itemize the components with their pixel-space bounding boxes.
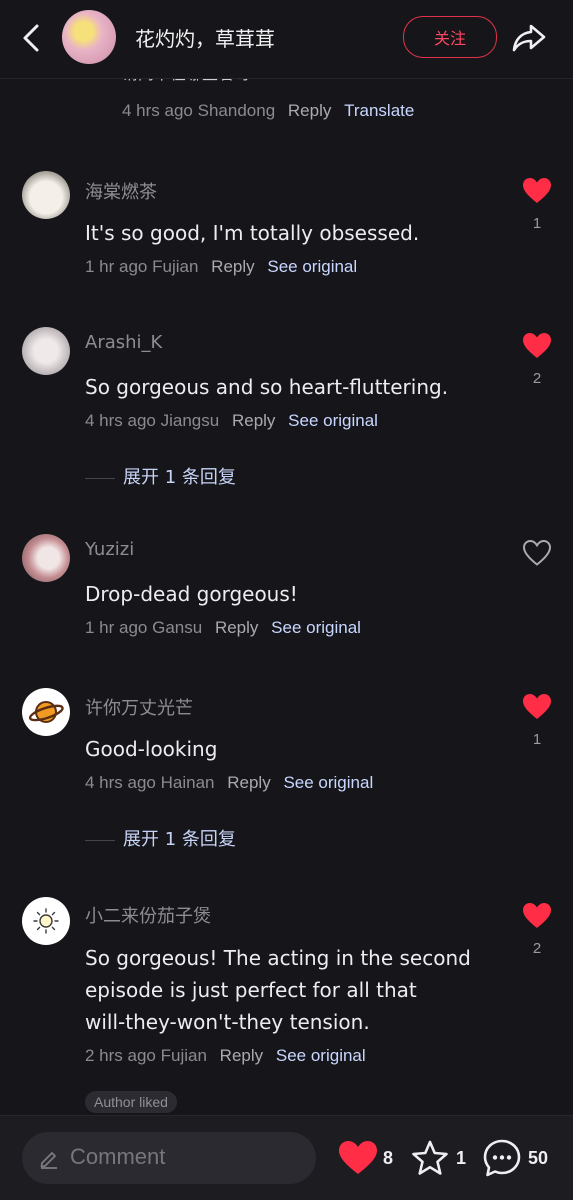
reply-button[interactable]: Reply: [227, 773, 270, 792]
comment-location: Jiangsu: [160, 411, 220, 430]
comment-username[interactable]: 许你万丈光芒: [85, 694, 193, 720]
user-avatar[interactable]: [22, 327, 70, 375]
user-avatar[interactable]: [22, 534, 70, 582]
comment-time: 1 hr ago: [85, 618, 148, 637]
heart-outline-icon[interactable]: [522, 539, 552, 567]
comment-username[interactable]: 海棠燃茶: [85, 178, 157, 204]
share-icon[interactable]: [511, 21, 547, 53]
comment-text: Drop-dead gorgeous!: [85, 582, 298, 606]
author-avatar[interactable]: [62, 10, 116, 64]
expand-replies-label: 展开 1 条回复: [123, 467, 236, 488]
like-count: 2: [532, 940, 542, 957]
comment-input[interactable]: Comment: [22, 1132, 316, 1184]
comment-bubble-icon[interactable]: [482, 1138, 522, 1178]
comment-username[interactable]: Yuzizi: [85, 539, 134, 560]
comment-meta: 4 hrs ago Shandong Reply Translate: [122, 101, 414, 121]
comment-text: It's so good, I'm totally obsessed.: [85, 221, 420, 245]
comment-text-line: will-they-won't-they tension.: [85, 1010, 370, 1034]
star-outline-icon[interactable]: [410, 1139, 450, 1177]
back-arrow-icon[interactable]: [18, 22, 46, 54]
heart-filled-icon[interactable]: [522, 693, 552, 721]
comment-text: So gorgeous and so heart-fluttering.: [85, 375, 449, 399]
top-bar: 花灼灼，草茸茸 关注: [0, 0, 573, 79]
planet-icon: [28, 701, 64, 723]
reply-button[interactable]: Reply: [288, 101, 331, 120]
see-original-button[interactable]: See original: [276, 1046, 366, 1065]
reply-button[interactable]: Reply: [215, 618, 258, 637]
comment-username[interactable]: Arashi_K: [85, 332, 162, 353]
reply-button[interactable]: Reply: [211, 257, 254, 276]
comment-meta: 4 hrs ago Jiangsu Reply See original: [85, 411, 378, 431]
heart-filled-icon[interactable]: [522, 177, 552, 205]
user-avatar[interactable]: [22, 171, 70, 219]
heart-filled-icon[interactable]: [338, 1140, 378, 1176]
see-original-button[interactable]: See original: [271, 618, 361, 637]
comment-time: 2 hrs ago: [85, 1046, 156, 1065]
expand-replies-button[interactable]: 展开 1 条回复: [85, 825, 236, 851]
comment-username[interactable]: 小二来份茄子煲: [85, 902, 211, 928]
comment-text-line: episode is just perfect for all that: [85, 978, 417, 1002]
comment-location: Fujian: [152, 257, 199, 276]
comment-location: Gansu: [152, 618, 203, 637]
comment-text: Good-looking: [85, 737, 218, 761]
bottom-action-bar: Comment 8 1 50: [0, 1115, 573, 1200]
likes-count: 8: [383, 1148, 394, 1168]
heart-filled-icon[interactable]: [522, 902, 552, 930]
like-count: 2: [532, 370, 542, 387]
comment-meta: 4 hrs ago Hainan Reply See original: [85, 773, 373, 793]
user-avatar[interactable]: [22, 897, 70, 945]
heart-filled-icon[interactable]: [522, 332, 552, 360]
see-original-button[interactable]: See original: [267, 257, 357, 276]
comments-count: 50: [528, 1148, 549, 1168]
see-original-button[interactable]: See original: [288, 411, 378, 430]
divider: [85, 477, 115, 479]
author-name[interactable]: 花灼灼，草茸茸: [135, 23, 275, 52]
sun-icon: [33, 908, 59, 934]
comment-location: Hainan: [160, 773, 215, 792]
favorites-count: 1: [456, 1148, 467, 1168]
comment-time: 4 hrs ago: [85, 773, 156, 792]
divider: [85, 839, 115, 841]
comment-location: Shandong: [197, 101, 276, 120]
comment-placeholder: Comment: [70, 1144, 166, 1169]
reply-button[interactable]: Reply: [232, 411, 275, 430]
comment-meta: 1 hr ago Fujian Reply See original: [85, 257, 357, 277]
comment-meta: 2 hrs ago Fujian Reply See original: [85, 1046, 366, 1066]
comment-location: Fujian: [160, 1046, 207, 1065]
comment-time: 4 hrs ago: [85, 411, 156, 430]
see-original-button[interactable]: See original: [283, 773, 373, 792]
reply-button[interactable]: Reply: [220, 1046, 263, 1065]
comment-text-line: So gorgeous! The acting in the second: [85, 946, 471, 970]
like-count: 1: [532, 731, 542, 748]
follow-button[interactable]: 关注: [403, 16, 497, 58]
comment-time: 1 hr ago: [85, 257, 148, 276]
comment-meta: 1 hr ago Gansu Reply See original: [85, 618, 361, 638]
user-avatar[interactable]: [22, 688, 70, 736]
comment-time: 4 hrs ago: [122, 101, 193, 120]
author-liked-badge: Author liked: [85, 1091, 177, 1113]
expand-replies-label: 展开 1 条回复: [123, 829, 236, 850]
expand-replies-button[interactable]: 展开 1 条回复: [85, 463, 236, 489]
like-count: 1: [532, 215, 542, 232]
pencil-icon: [40, 1152, 57, 1169]
translate-button[interactable]: Translate: [344, 101, 414, 120]
